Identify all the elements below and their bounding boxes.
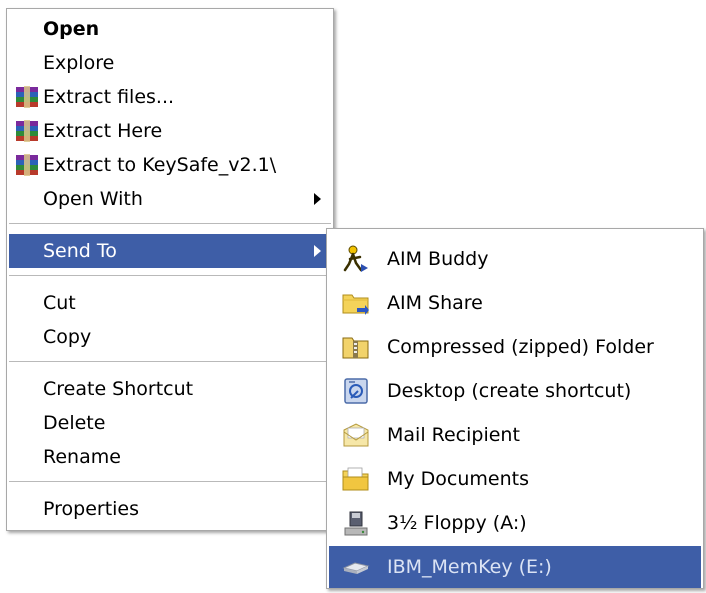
menu-item-label: Cut	[43, 292, 76, 314]
menu-item-delete[interactable]: Delete	[9, 406, 331, 440]
menu-item-label: Rename	[43, 446, 121, 468]
context-menu: Open Explore Extract files... Extract He…	[6, 8, 334, 531]
menu-item-label: Open	[43, 18, 100, 40]
mail-icon	[343, 423, 369, 447]
menu-separator	[9, 361, 331, 362]
submenu-arrow-icon	[314, 245, 321, 257]
send-to-ibm-memkey[interactable]: IBM_MemKey (E:)	[329, 546, 701, 588]
send-to-my-documents[interactable]: My Documents	[329, 458, 701, 500]
menu-item-create-shortcut[interactable]: Create Shortcut	[9, 372, 331, 406]
menu-item-extract-here[interactable]: Extract Here	[9, 114, 331, 148]
menu-item-send-to[interactable]: Send To	[9, 234, 331, 268]
send-to-compressed-folder[interactable]: Compressed (zipped) Folder	[329, 326, 701, 368]
menu-item-label: Explore	[43, 52, 115, 74]
menu-item-copy[interactable]: Copy	[9, 320, 331, 354]
winrar-icon	[16, 120, 38, 142]
winrar-icon	[16, 86, 38, 108]
menu-item-extract-files[interactable]: Extract files...	[9, 80, 331, 114]
send-to-mail-recipient[interactable]: Mail Recipient	[329, 414, 701, 456]
send-to-submenu: AIM Buddy AIM Share Compressed (zipped) …	[326, 228, 704, 589]
winrar-icon	[16, 154, 38, 176]
menu-item-label: Extract files...	[43, 86, 175, 108]
menu-item-open[interactable]: Open	[9, 12, 331, 46]
menu-item-label: Send To	[43, 240, 117, 262]
menu-item-label: Compressed (zipped) Folder	[387, 336, 654, 358]
menu-item-label: AIM Share	[387, 292, 483, 314]
menu-item-label: IBM_MemKey (E:)	[387, 556, 552, 578]
usb-drive-icon	[342, 562, 370, 574]
aim-buddy-icon	[343, 245, 368, 272]
menu-item-rename[interactable]: Rename	[9, 440, 331, 474]
menu-item-label: Delete	[43, 412, 106, 434]
zip-folder-icon	[342, 337, 369, 359]
menu-separator	[9, 275, 331, 276]
menu-item-explore[interactable]: Explore	[9, 46, 331, 80]
send-to-aim-buddy[interactable]: AIM Buddy	[329, 238, 701, 280]
menu-item-label: Extract Here	[43, 120, 163, 142]
desktop-icon	[344, 378, 368, 404]
menu-item-label: Copy	[43, 326, 92, 348]
send-to-desktop[interactable]: Desktop (create shortcut)	[329, 370, 701, 412]
menu-item-properties[interactable]: Properties	[9, 492, 331, 526]
menu-item-label: AIM Buddy	[387, 248, 489, 270]
folder-share-icon	[342, 294, 369, 315]
submenu-arrow-icon	[314, 193, 321, 205]
send-to-floppy[interactable]: 3½ Floppy (A:)	[329, 502, 701, 544]
send-to-aim-share[interactable]: AIM Share	[329, 282, 701, 324]
menu-item-label: 3½ Floppy (A:)	[387, 512, 527, 534]
menu-item-extract-to[interactable]: Extract to KeySafe_v2.1\	[9, 148, 331, 182]
menu-item-label: Create Shortcut	[43, 378, 194, 400]
menu-item-open-with[interactable]: Open With	[9, 182, 331, 216]
menu-item-label: Desktop (create shortcut)	[387, 380, 632, 402]
documents-folder-icon	[342, 467, 369, 491]
menu-item-label: My Documents	[387, 468, 530, 490]
menu-item-cut[interactable]: Cut	[9, 286, 331, 320]
menu-item-label: Extract to KeySafe_v2.1\	[43, 154, 277, 176]
menu-separator	[9, 481, 331, 482]
menu-separator	[9, 223, 331, 224]
menu-item-label: Open With	[43, 188, 143, 210]
menu-item-label: Mail Recipient	[387, 424, 520, 446]
floppy-drive-icon	[344, 511, 368, 536]
menu-item-label: Properties	[43, 498, 140, 520]
